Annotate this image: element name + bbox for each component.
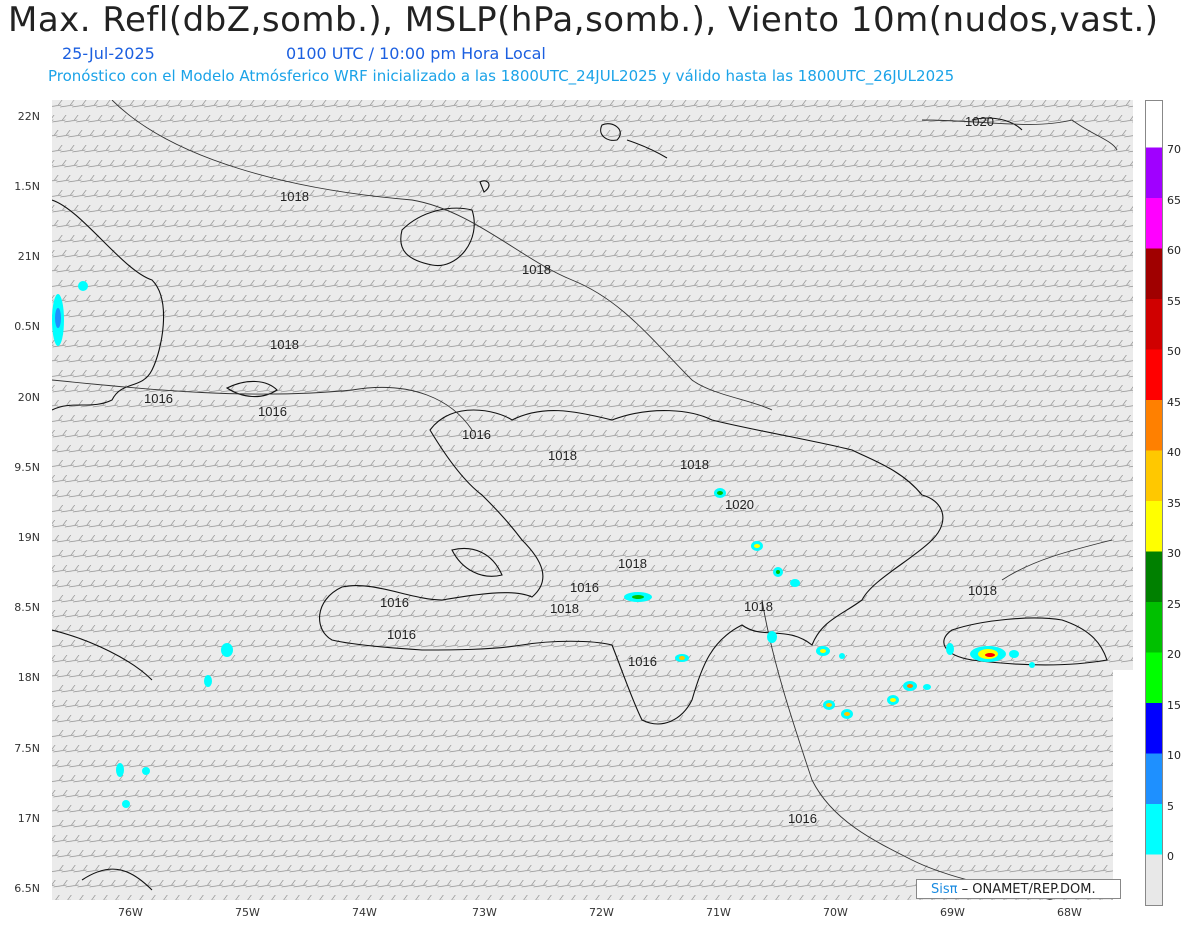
isobar-label: 1018 (270, 337, 299, 352)
colorbar-label: 15 (1167, 698, 1181, 712)
isobar-label: 1018 (968, 583, 997, 598)
colorbar-swatch (1146, 248, 1162, 299)
reflectivity-cell (142, 767, 150, 775)
colorbar-label: 10 (1167, 749, 1181, 762)
colorbar-label: 5 (1167, 799, 1174, 813)
lon-label: 69W (940, 906, 965, 919)
isobar-label: 1018 (680, 457, 709, 472)
lon-label: 71W (706, 906, 731, 919)
lon-label: 68W (1057, 906, 1082, 919)
credit-brand: Sisπ (931, 882, 958, 897)
isobar-label: 1016 (462, 427, 491, 442)
colorbar-swatch (1146, 854, 1162, 905)
isobar-label: 1016 (258, 404, 287, 419)
reflectivity-cell (790, 579, 800, 587)
lat-label: 17N (17, 812, 40, 825)
reflectivity-cell (1009, 650, 1019, 658)
isobar-label: 1016 (387, 627, 416, 642)
colorbar-label: 50 (1167, 345, 1181, 358)
credit-org: – ONAMET/REP.DOM. (957, 882, 1096, 897)
lat-label: 19N (17, 531, 40, 544)
weather-map: 1020 1018 1018 1018 1016 1016 1016 1018 … (52, 100, 1133, 900)
colorbar-label: 30 (1167, 547, 1181, 560)
isobar-label: 1018 (280, 189, 309, 204)
lat-label: 7.5N (14, 742, 40, 755)
reflectivity-cell (204, 675, 212, 687)
isobar-label: 1018 (548, 448, 577, 463)
map-title: Max. Refl(dbZ,somb.), MSLP(hPa,somb.), V… (8, 0, 1159, 40)
isobar-label: 1020 (965, 114, 994, 129)
lat-label: 9.5N (14, 461, 40, 474)
colorbar-swatch (1146, 703, 1162, 754)
colorbar-label: 40 (1167, 446, 1181, 459)
forecast-date: 25-Jul-2025 (62, 44, 155, 63)
reflectivity-cell (221, 643, 233, 657)
colorbar-label: 65 (1167, 193, 1181, 207)
lon-label: 72W (589, 906, 614, 919)
lat-label: 0.5N (14, 320, 40, 333)
reflectivity-cell (946, 643, 954, 655)
colorbar-swatch (1146, 450, 1162, 501)
colorbar-swatch (1146, 349, 1162, 400)
lon-label: 75W (235, 906, 260, 919)
isobar-label: 1018 (618, 556, 647, 571)
reflectivity-cell (78, 281, 88, 291)
isobar-label: 1016 (570, 580, 599, 595)
reflectivity-cell (767, 631, 777, 643)
isobar-label: 1016 (788, 811, 817, 826)
colorbar-label: 35 (1167, 496, 1181, 510)
isobar-label: 1018 (522, 262, 551, 277)
colorbar-swatch (1146, 804, 1162, 855)
colorbar-swatch (1146, 299, 1162, 350)
colorbar-swatch (1146, 147, 1162, 198)
colorbar-label: 45 (1167, 395, 1181, 409)
isobar-label: 1018 (744, 599, 773, 614)
colorbar-swatch (1146, 551, 1162, 602)
lon-label: 70W (823, 906, 848, 919)
credit-box: Sisπ – ONAMET/REP.DOM. (916, 879, 1121, 899)
colorbar-swatch (1146, 400, 1162, 451)
lat-label: 20N (17, 391, 40, 404)
lon-label: 73W (472, 906, 497, 919)
colorbar-label: 60 (1167, 244, 1181, 257)
colorbar-swatch (1146, 602, 1162, 653)
colorbar-label: 55 (1167, 294, 1181, 308)
lat-label: 18N (17, 671, 40, 684)
reflectivity-cell (839, 653, 845, 659)
reflectivity-cell (122, 800, 130, 808)
colorbar-label: 70 (1167, 143, 1181, 156)
colorbar-swatch (1146, 652, 1162, 703)
isobar-label: 1020 (725, 497, 754, 512)
reflectivity-cell (116, 763, 124, 777)
lon-label: 76W (118, 906, 143, 919)
isobar-label: 1016 (380, 595, 409, 610)
lat-label: 21N (17, 250, 40, 263)
reflectivity-cell (923, 684, 931, 690)
lat-label: 6.5N (14, 882, 40, 895)
reflectivity-colorbar (1145, 100, 1163, 906)
isobar-label: 1016 (628, 654, 657, 669)
colorbar-swatch (1146, 198, 1162, 249)
colorbar-label: 20 (1167, 648, 1181, 661)
colorbar-swatch (1146, 501, 1162, 552)
wind-barb-field (52, 100, 1133, 900)
lat-label: 8.5N (14, 601, 40, 614)
lat-label: 22N (17, 110, 40, 123)
lat-label: 1.5N (14, 180, 40, 193)
colorbar-label: 0 (1167, 850, 1174, 863)
isobar-label: 1018 (550, 601, 579, 616)
colorbar-label: 25 (1167, 597, 1181, 611)
colorbar-swatch (1146, 753, 1162, 804)
lon-label: 74W (352, 906, 377, 919)
isobar-label: 1016 (144, 391, 173, 406)
forecast-time: 0100 UTC / 10:00 pm Hora Local (286, 44, 546, 63)
model-run-info: Pronóstico con el Modelo Atmósferico WRF… (48, 67, 955, 85)
reflectivity-cell (1029, 662, 1035, 668)
